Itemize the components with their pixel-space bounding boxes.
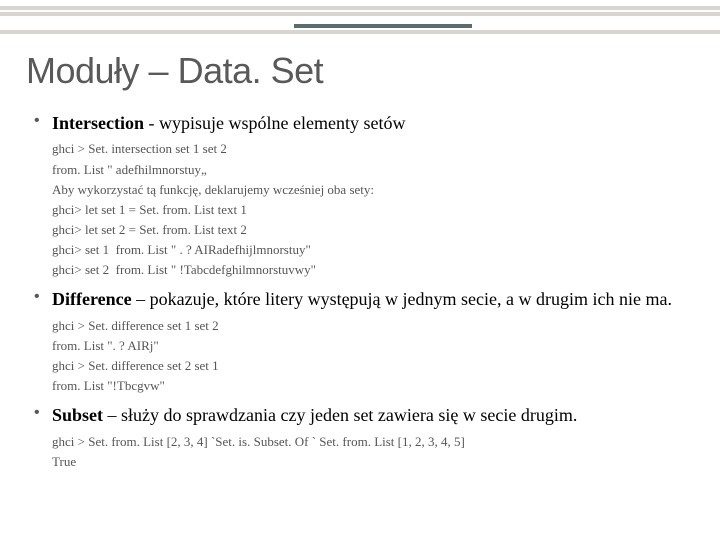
code-line: ghci > Set. difference set 2 set 1	[52, 356, 702, 376]
decorative-top-bar	[0, 6, 720, 30]
code-line: from. List "!Tbcgvw"	[52, 376, 702, 396]
code-line: ghci> set 1 from. List " . ? AIRadefhijl…	[52, 240, 702, 260]
code-line: ghci > Set. difference set 1 set 2	[52, 316, 702, 336]
code-line: ghci> let set 2 = Set. from. List text 2	[52, 220, 702, 240]
code-line: from. List " adefhilmnorstuy„	[52, 160, 702, 180]
code-line: ghci > Set. from. List [2, 3, 4] `Set. i…	[52, 432, 702, 452]
bullet-intersection: Intersection - wypisuje wspólne elementy…	[30, 112, 702, 280]
code-line: True	[52, 452, 702, 472]
bullet-difference: Difference – pokazuje, które litery wyst…	[30, 288, 702, 396]
slide-title: Moduły – Data. Set	[26, 50, 323, 92]
code-line: ghci> let set 1 = Set. from. List text 1	[52, 200, 702, 220]
code-line: Aby wykorzystać tą funkcję, deklarujemy …	[52, 180, 702, 200]
code-line: from. List ". ? AIRj"	[52, 336, 702, 356]
code-line: ghci > Set. intersection set 1 set 2	[52, 139, 702, 159]
bullet-subset: Subset – służy do sprawdzania czy jeden …	[30, 404, 702, 472]
slide-body: Intersection - wypisuje wspólne elementy…	[30, 112, 702, 480]
code-line: ghci> set 2 from. List " !Tabcdefghilmno…	[52, 260, 702, 280]
